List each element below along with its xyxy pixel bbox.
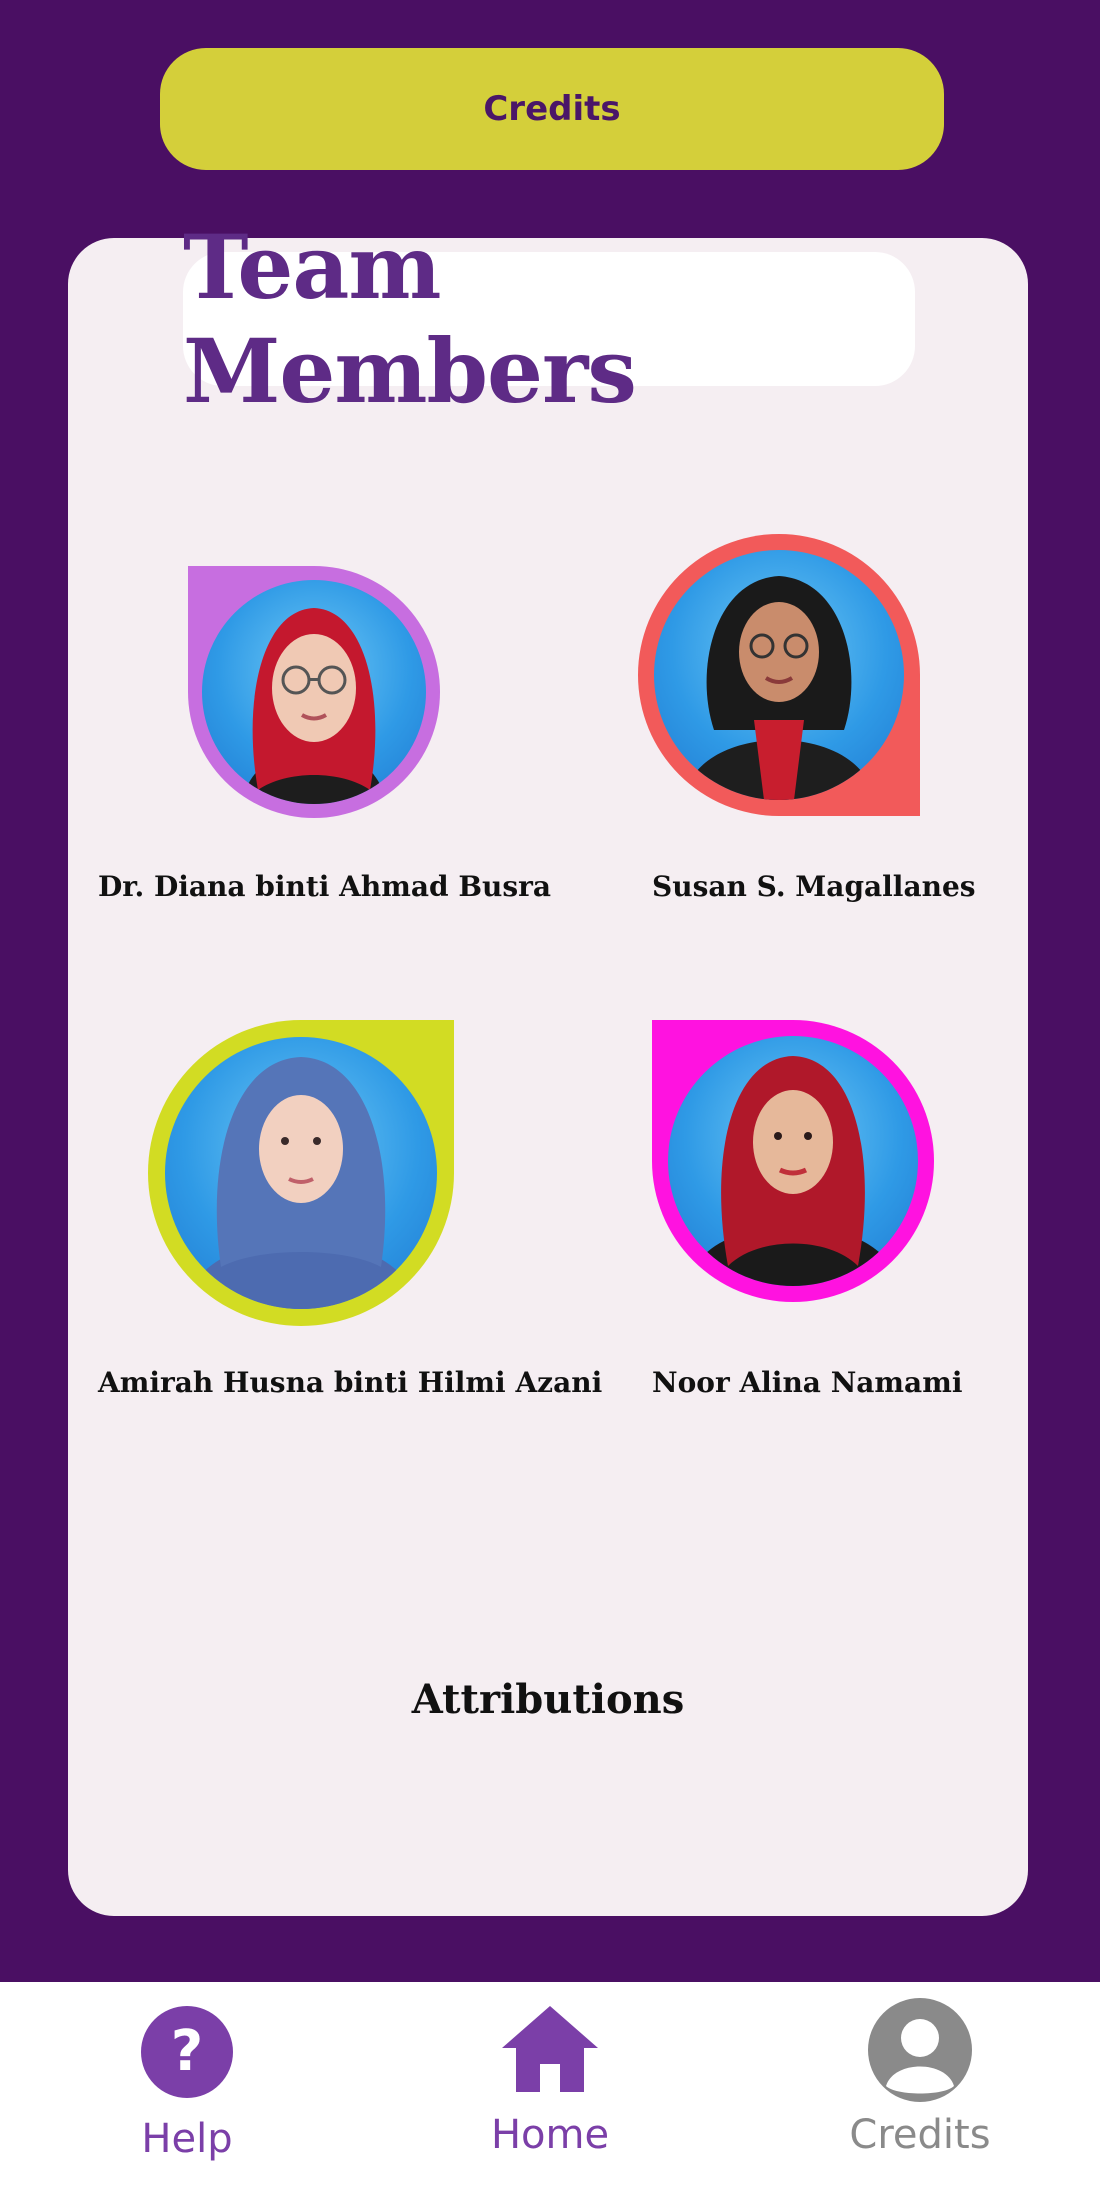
section-title: Team Members [183,215,637,423]
section-title-box: Team Members [183,215,915,423]
member-photo-frame [188,566,440,818]
user-circle-icon [868,1998,972,2102]
member-photo [165,1037,437,1309]
avatar-portrait-icon [242,608,386,804]
member-photo [668,1036,918,1286]
page-header: Credits [160,48,944,170]
avatar-portrait-icon [688,1056,898,1286]
nav-item-credits[interactable]: Credits [770,1982,1070,2200]
attributions-heading[interactable]: Attributions [68,1676,1028,1723]
nav-label-home: Home [490,2112,610,2158]
avatar-portrait-icon [684,576,874,800]
member-photo-frame [652,1020,934,1302]
nav-item-home[interactable]: Home [400,1982,700,2200]
bottom-nav: ? Help Home Credits [0,1982,1100,2200]
page-title: Credits [483,89,621,129]
nav-label-help: Help [141,2116,233,2162]
help-circle-icon: ? [141,2006,233,2098]
nav-item-help[interactable]: ? Help [37,1982,337,2200]
member-name: Noor Alina Namami [652,1366,963,1399]
member-photo-frame [638,534,920,816]
svg-text:?: ? [171,2019,203,2084]
member-photo-frame [148,1020,454,1326]
member-photo [654,550,904,800]
member-name: Dr. Diana binti Ahmad Busra [98,870,552,903]
home-icon [502,2006,598,2092]
team-card: Team Members Dr. Diana binti Ahmad Busra [68,215,1028,1916]
member-photo [202,580,426,804]
nav-label-credits: Credits [849,2112,991,2158]
avatar-portrait-icon [185,1057,417,1309]
member-name: Susan S. Magallanes [652,870,976,903]
member-name: Amirah Husna binti Hilmi Azani [98,1366,603,1399]
